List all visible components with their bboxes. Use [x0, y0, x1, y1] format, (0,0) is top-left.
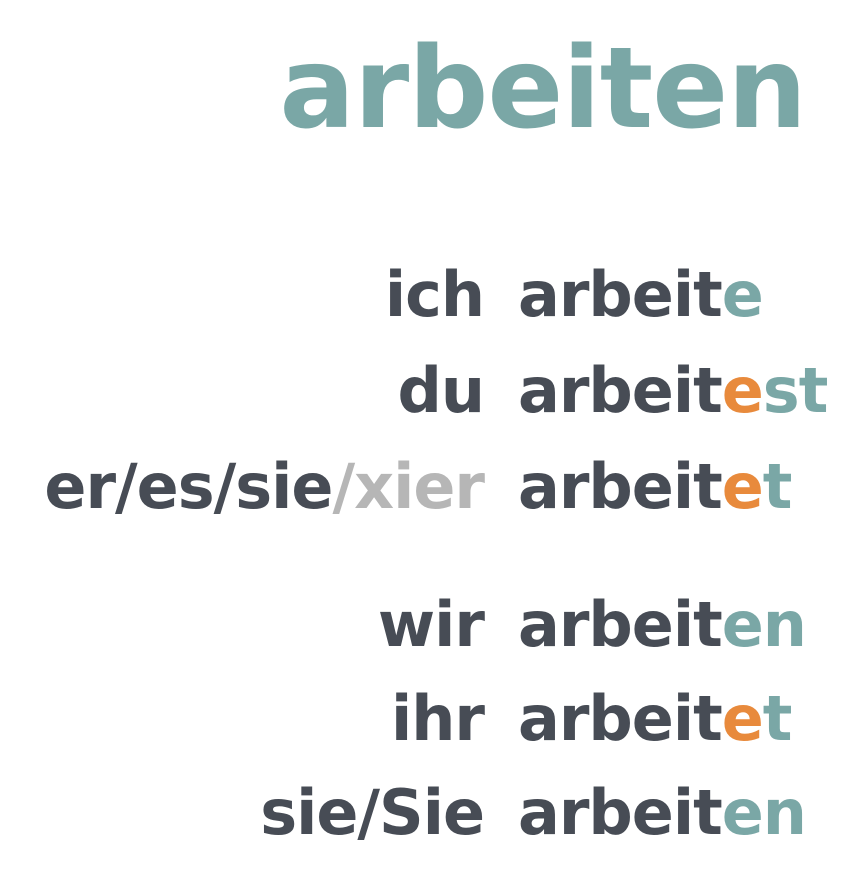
verb-stem: arbeit — [518, 450, 723, 523]
pronoun-extra: /xier — [332, 450, 485, 523]
conjugation-row-er-es-sie: er/es/sie/xier arbeitet — [0, 442, 866, 532]
verb-form: arbeiten — [518, 768, 807, 858]
pronoun-main: ich — [384, 258, 485, 331]
pronoun: sie/Sie — [260, 768, 485, 858]
verb-stem: arbeit — [518, 588, 723, 661]
pronoun-main: er/es/sie — [44, 450, 333, 523]
pronoun-main: wir — [377, 588, 485, 661]
verb-connector: e — [721, 682, 764, 755]
verb-ending: e — [721, 258, 764, 331]
verb-ending: t — [762, 450, 793, 523]
pronoun: du — [397, 346, 485, 436]
verb-ending: en — [721, 588, 807, 661]
conjugation-row-ich: ich arbeite — [0, 250, 866, 340]
verb-ending: t — [762, 682, 793, 755]
verb-form: arbeiten — [518, 580, 807, 670]
verb-stem: arbeit — [518, 682, 723, 755]
verb-title: arbeiten — [279, 24, 807, 154]
verb-stem: arbeit — [518, 354, 723, 427]
conjugation-row-sie-Sie: sie/Sie arbeiten — [0, 768, 866, 858]
verb-form: arbeite — [518, 250, 764, 340]
verb-stem: arbeit — [518, 776, 723, 849]
verb-form: arbeitet — [518, 674, 793, 764]
conjugation-row-wir: wir arbeiten — [0, 580, 866, 670]
verb-ending: st — [762, 354, 829, 427]
conjugation-row-du: du arbeitest — [0, 346, 866, 436]
verb-form: arbeitet — [518, 442, 793, 532]
verb-stem: arbeit — [518, 258, 723, 331]
verb-ending: en — [721, 776, 807, 849]
pronoun-main: ihr — [391, 682, 485, 755]
pronoun: er/es/sie/xier — [44, 442, 485, 532]
pronoun-main: du — [397, 354, 485, 427]
verb-form: arbeitest — [518, 346, 829, 436]
conjugation-row-ihr: ihr arbeitet — [0, 674, 866, 764]
pronoun-main: sie/Sie — [260, 776, 485, 849]
pronoun: ihr — [391, 674, 485, 764]
verb-connector: e — [721, 450, 764, 523]
pronoun: ich — [384, 250, 485, 340]
verb-connector: e — [721, 354, 764, 427]
pronoun: wir — [377, 580, 485, 670]
